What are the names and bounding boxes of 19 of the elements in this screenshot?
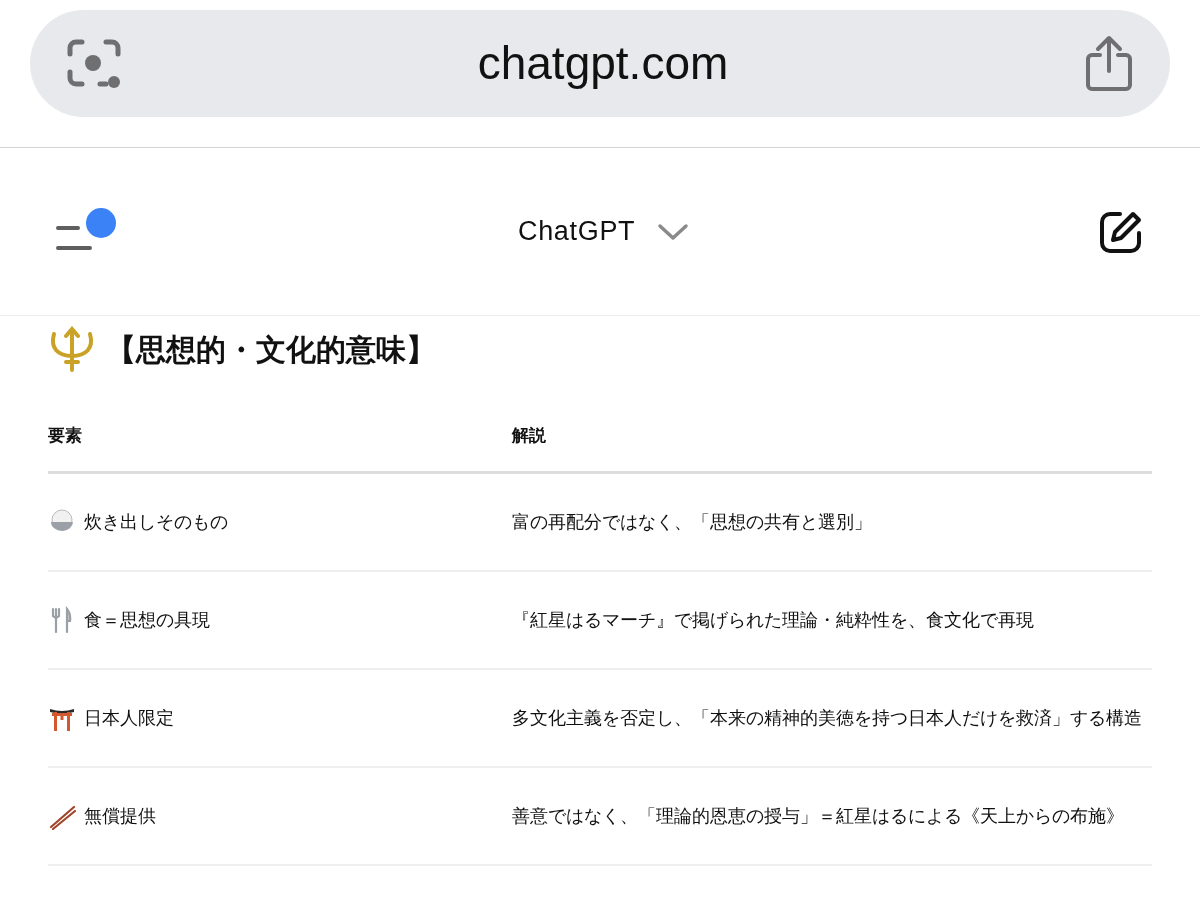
address-bar[interactable]: chatgpt.com [30, 10, 1170, 117]
table-cell-text: 『紅星はるマーチ』で掲げられた理論・純粋性を、食文化で再現 [512, 609, 1035, 632]
model-selector[interactable]: ChatGPT [518, 211, 690, 252]
table-cell-text: 日本人限定 [84, 707, 174, 730]
share-icon[interactable] [1084, 34, 1134, 93]
table-cell-text: 食＝思想の具現 [84, 609, 210, 632]
chevron-down-icon [657, 222, 690, 241]
table-cell-text: 善意ではなく、「理論的恩恵の授与」＝紅星はるによる《天上からの布施》 [512, 805, 1125, 828]
table-cell-text: 多文化主義を否定し、「本来の精神的美徳を持つ日本人だけを救済」する構造 [512, 707, 1142, 730]
table-cell-text: 炊き出しそのもの [84, 511, 228, 534]
url-text[interactable]: chatgpt.com [477, 29, 729, 98]
camera-search-icon[interactable] [66, 37, 122, 90]
table-cell-text: 富の再配分ではなく、「思想の共有と選別」 [512, 511, 873, 534]
section-heading: 【思想的・文化的意味】 [106, 331, 436, 368]
column-header: 解説 [512, 424, 547, 447]
menu-icon[interactable] [56, 223, 92, 252]
table-cell-text: 無償提供 [84, 805, 156, 828]
trident-icon [48, 326, 96, 372]
column-header: 要素 [48, 424, 83, 447]
